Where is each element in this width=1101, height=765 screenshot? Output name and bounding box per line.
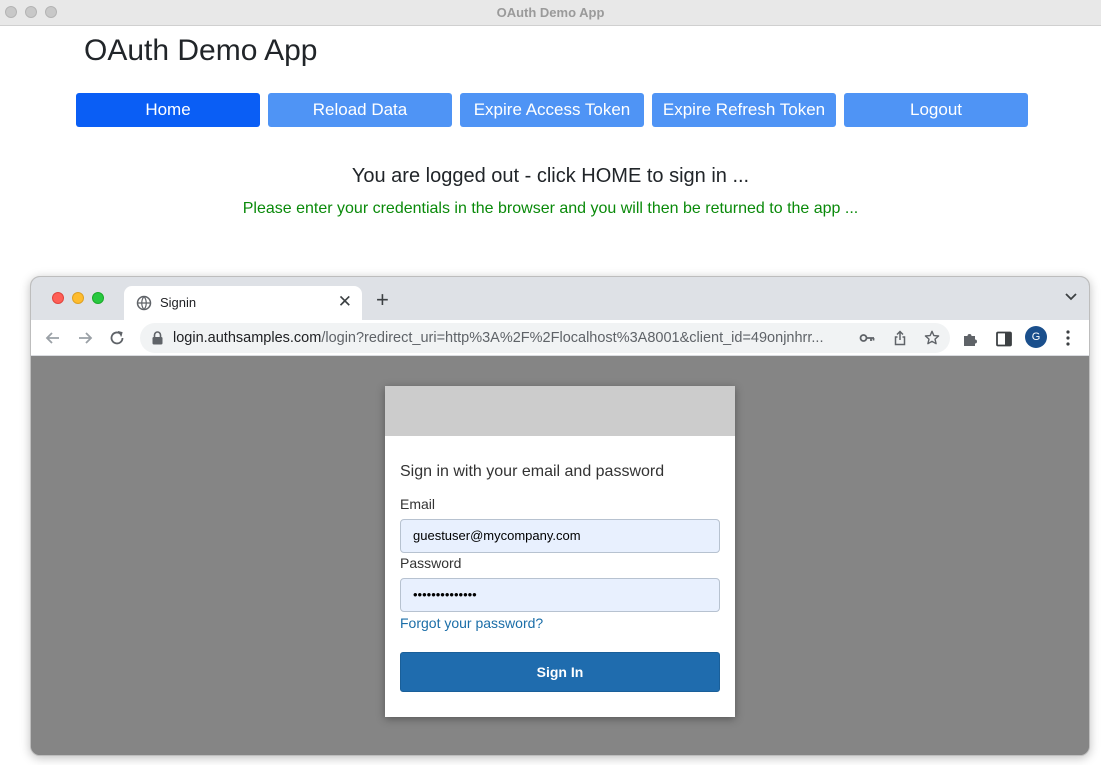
app-window-titlebar: OAuth Demo App <box>0 0 1101 26</box>
reload-icon[interactable] <box>107 328 127 348</box>
browser-close-button[interactable] <box>52 292 64 304</box>
logout-button[interactable]: Logout <box>844 93 1028 127</box>
signin-card: Sign in with your email and password Ema… <box>385 386 735 717</box>
forward-arrow-icon[interactable] <box>75 328 95 348</box>
expire-access-token-button[interactable]: Expire Access Token <box>460 93 644 127</box>
bookmark-star-icon[interactable] <box>924 330 940 346</box>
extensions-icon[interactable] <box>961 329 981 349</box>
email-label: Email <box>400 496 436 512</box>
window-title: OAuth Demo App <box>496 5 605 20</box>
reload-data-button[interactable]: Reload Data <box>268 93 452 127</box>
browser-zoom-button[interactable] <box>92 292 104 304</box>
profile-avatar[interactable]: G <box>1025 326 1047 348</box>
key-icon[interactable] <box>859 330 875 346</box>
url-host: login.authsamples.com <box>173 330 322 346</box>
forgot-password-link[interactable]: Forgot your password? <box>400 615 543 631</box>
browser-toolbar: login.authsamples.com/login?redirect_uri… <box>31 320 1089 356</box>
home-button[interactable]: Home <box>76 93 260 127</box>
lock-icon <box>152 331 163 345</box>
signin-heading: Sign in with your email and password <box>400 463 665 480</box>
address-bar[interactable]: login.authsamples.com/login?redirect_uri… <box>140 323 950 353</box>
browser-minimize-button[interactable] <box>72 292 84 304</box>
password-field[interactable]: •••••••••••••• <box>400 578 720 612</box>
expire-refresh-token-button[interactable]: Expire Refresh Token <box>652 93 836 127</box>
login-status-message: You are logged out - click HOME to sign … <box>351 165 750 187</box>
close-tab-icon[interactable]: ✕ <box>338 292 352 312</box>
sign-in-button[interactable]: Sign In <box>400 652 720 692</box>
email-field[interactable]: guestuser@mycompany.com <box>400 519 720 553</box>
url-text: login.authsamples.com/login?redirect_uri… <box>173 330 848 346</box>
more-menu-icon[interactable] <box>1058 328 1078 348</box>
password-label: Password <box>400 555 462 571</box>
login-instruction-message: Please enter your credentials in the bro… <box>242 200 859 217</box>
browser-tab-signin[interactable]: Signin ✕ <box>124 286 362 320</box>
tab-title: Signin <box>160 295 197 310</box>
new-tab-icon[interactable]: + <box>376 289 389 311</box>
url-path: /login?redirect_uri=http%3A%2F%2Flocalho… <box>321 330 824 346</box>
chevron-down-icon[interactable] <box>1065 293 1077 301</box>
app-heading: OAuth Demo App <box>84 34 318 67</box>
side-panel-icon[interactable] <box>994 329 1014 349</box>
globe-icon <box>136 295 152 311</box>
browser-tab-strip: Signin ✕ + <box>31 277 1089 320</box>
signin-banner <box>385 386 735 436</box>
back-arrow-icon[interactable] <box>43 328 63 348</box>
share-icon[interactable] <box>892 330 908 346</box>
